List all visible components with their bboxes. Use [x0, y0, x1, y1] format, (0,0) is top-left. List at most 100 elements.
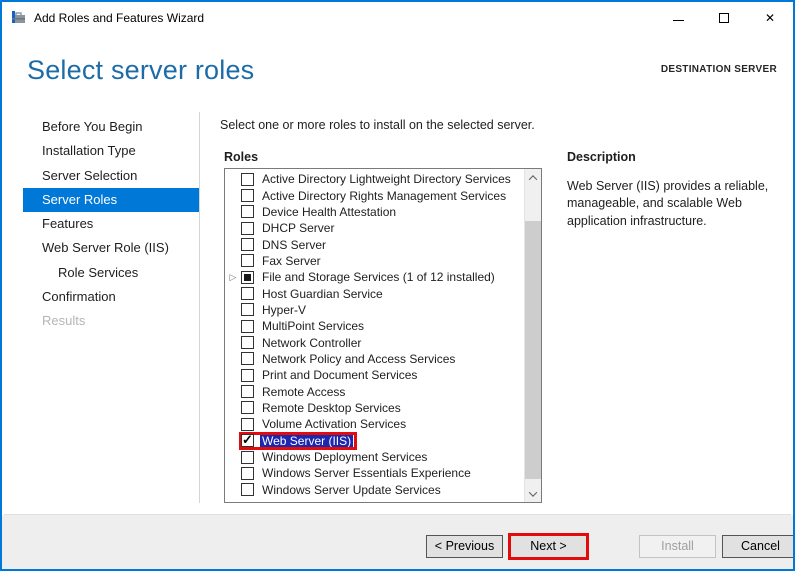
role-label: MultiPoint Services [262, 319, 365, 334]
role-label: Remote Desktop Services [262, 400, 401, 415]
role-checkbox[interactable] [241, 238, 254, 252]
description-panel: Description Web Server (IIS) provides a … [567, 150, 785, 230]
role-list-item[interactable]: Remote Desktop Services [225, 400, 523, 416]
role-checkbox[interactable] [241, 352, 254, 366]
role-label: Windows Server Update Services [262, 482, 441, 497]
role-checkbox[interactable] [241, 466, 254, 480]
close-button[interactable]: ✕ [747, 2, 793, 33]
footer-button-bar: < Previous Next > Install Cancel [2, 515, 793, 569]
sidebar-item[interactable]: Installation Type [23, 139, 199, 163]
next-button[interactable]: Next > [508, 533, 589, 560]
role-checkbox[interactable] [241, 205, 254, 219]
role-row-core: Device Health Attestation [241, 205, 400, 219]
role-row-core: Windows Server Update Services [241, 483, 445, 497]
wizard-toolbox-icon [11, 10, 27, 26]
sidebar-item[interactable]: Results [23, 309, 199, 333]
role-checkbox[interactable] [241, 385, 254, 399]
wizard-window: Add Roles and Features Wizard ✕ Select s… [0, 0, 795, 571]
role-row-core: Volume Activation Services [241, 417, 410, 431]
sidebar-item-label: Confirmation [42, 289, 116, 305]
role-list-item[interactable]: Windows Server Update Services [225, 482, 523, 498]
chevron-down-icon [528, 487, 538, 497]
role-label: Network Controller [262, 335, 362, 350]
sidebar-item[interactable]: Before You Begin [23, 115, 199, 139]
maximize-button[interactable] [701, 2, 747, 33]
sidebar-item[interactable]: Server Selection [23, 164, 199, 188]
minimize-button[interactable] [655, 2, 701, 33]
role-list-item[interactable]: Remote Access [225, 383, 523, 399]
role-label: Active Directory Lightweight Directory S… [262, 172, 511, 187]
sidebar-item-label: Server Selection [42, 167, 138, 183]
role-label: Network Policy and Access Services [262, 351, 456, 366]
sidebar-item[interactable]: Features [23, 212, 199, 236]
role-checkbox[interactable] [241, 287, 254, 301]
roles-rows: Active Directory Lightweight Directory S… [225, 171, 523, 502]
role-list-item[interactable]: Print and Document Services [225, 367, 523, 383]
sidebar-item[interactable]: Role Services [23, 261, 199, 285]
role-row-core: Remote Access [241, 385, 349, 399]
role-list-item[interactable]: DHCP Server [225, 220, 523, 236]
role-list-item[interactable]: Volume Activation Services [225, 416, 523, 432]
role-list-item[interactable]: Host Guardian Service [225, 285, 523, 301]
roles-scrollbar[interactable] [524, 169, 541, 502]
role-checkbox[interactable] [241, 303, 254, 317]
sidebar-nav: Before You Begin Installation Type Server … [23, 115, 199, 334]
role-list-item[interactable]: Network Policy and Access Services [225, 351, 523, 367]
role-list-item[interactable]: Web Server (IIS) [225, 431, 523, 450]
role-row-core: Network Controller [241, 336, 365, 350]
role-list-item[interactable]: MultiPoint Services [225, 318, 523, 334]
role-checkbox[interactable] [241, 417, 254, 431]
role-checkbox[interactable] [241, 336, 254, 350]
role-label: Volume Activation Services [262, 417, 407, 432]
role-row-core: Remote Desktop Services [241, 401, 405, 415]
sidebar-item[interactable]: Web Server Role (IIS) [23, 236, 199, 260]
titlebar: Add Roles and Features Wizard ✕ [2, 2, 793, 33]
role-list-item[interactable]: Active Directory Lightweight Directory S… [225, 171, 523, 187]
role-row-core: File and Storage Services (1 of 12 insta… [241, 270, 499, 284]
role-label: Print and Document Services [262, 368, 418, 383]
scroll-up-button[interactable] [525, 169, 541, 186]
role-checkbox[interactable] [241, 368, 254, 382]
role-list-item[interactable]: DNS Server [225, 236, 523, 252]
role-list-item[interactable]: ▷ File and Storage Services (1 of 12 inst… [225, 269, 523, 285]
sidebar-item-label: Server Roles [42, 191, 118, 207]
role-checkbox[interactable] [241, 319, 254, 333]
role-checkbox[interactable] [241, 483, 254, 497]
role-list-item[interactable]: Windows Server Essentials Experience [225, 465, 523, 481]
role-checkbox[interactable] [241, 172, 254, 186]
minimize-icon [672, 20, 684, 21]
sidebar-item[interactable]: Confirmation [23, 285, 199, 309]
scrollbar-track[interactable] [525, 186, 541, 485]
role-checkbox[interactable] [241, 401, 254, 415]
role-list-item[interactable]: Network Controller [225, 334, 523, 350]
role-label: Active Directory Rights Management Servi… [262, 188, 507, 203]
role-row-core: Network Policy and Access Services [241, 352, 459, 366]
role-checkbox[interactable] [241, 450, 254, 464]
sidebar-item-label: Installation Type [42, 143, 136, 159]
scroll-down-button[interactable] [525, 485, 541, 502]
role-list-item[interactable]: Device Health Attestation [225, 204, 523, 220]
role-row-core: Print and Document Services [241, 368, 421, 382]
role-checkbox[interactable] [241, 432, 254, 448]
sidebar-item[interactable]: Server Roles [23, 187, 199, 213]
window-title: Add Roles and Features Wizard [34, 10, 205, 25]
description-heading: Description [567, 150, 636, 164]
role-row-core: Fax Server [241, 254, 325, 268]
role-row-core: Windows Deployment Services [241, 450, 431, 464]
role-checkbox[interactable] [241, 189, 254, 203]
scrollbar-thumb[interactable] [525, 221, 541, 479]
role-checkbox[interactable] [241, 221, 254, 235]
install-button: Install [639, 535, 716, 558]
role-list-item[interactable]: Windows Deployment Services [225, 449, 523, 465]
role-checkbox[interactable] [241, 254, 254, 268]
role-row-core: Hyper-V [241, 303, 310, 317]
page-title: Select server roles [27, 55, 255, 85]
role-list-item[interactable]: Fax Server [225, 253, 523, 269]
previous-button[interactable]: < Previous [426, 535, 503, 558]
roles-listbox[interactable]: Active Directory Lightweight Directory S… [224, 168, 542, 503]
role-checkbox[interactable] [241, 270, 254, 284]
role-list-item[interactable]: Hyper-V [225, 302, 523, 318]
sidebar-item-label: Web Server Role (IIS) [42, 240, 169, 256]
cancel-button[interactable]: Cancel [722, 535, 793, 558]
role-list-item[interactable]: Active Directory Rights Management Servi… [225, 187, 523, 203]
